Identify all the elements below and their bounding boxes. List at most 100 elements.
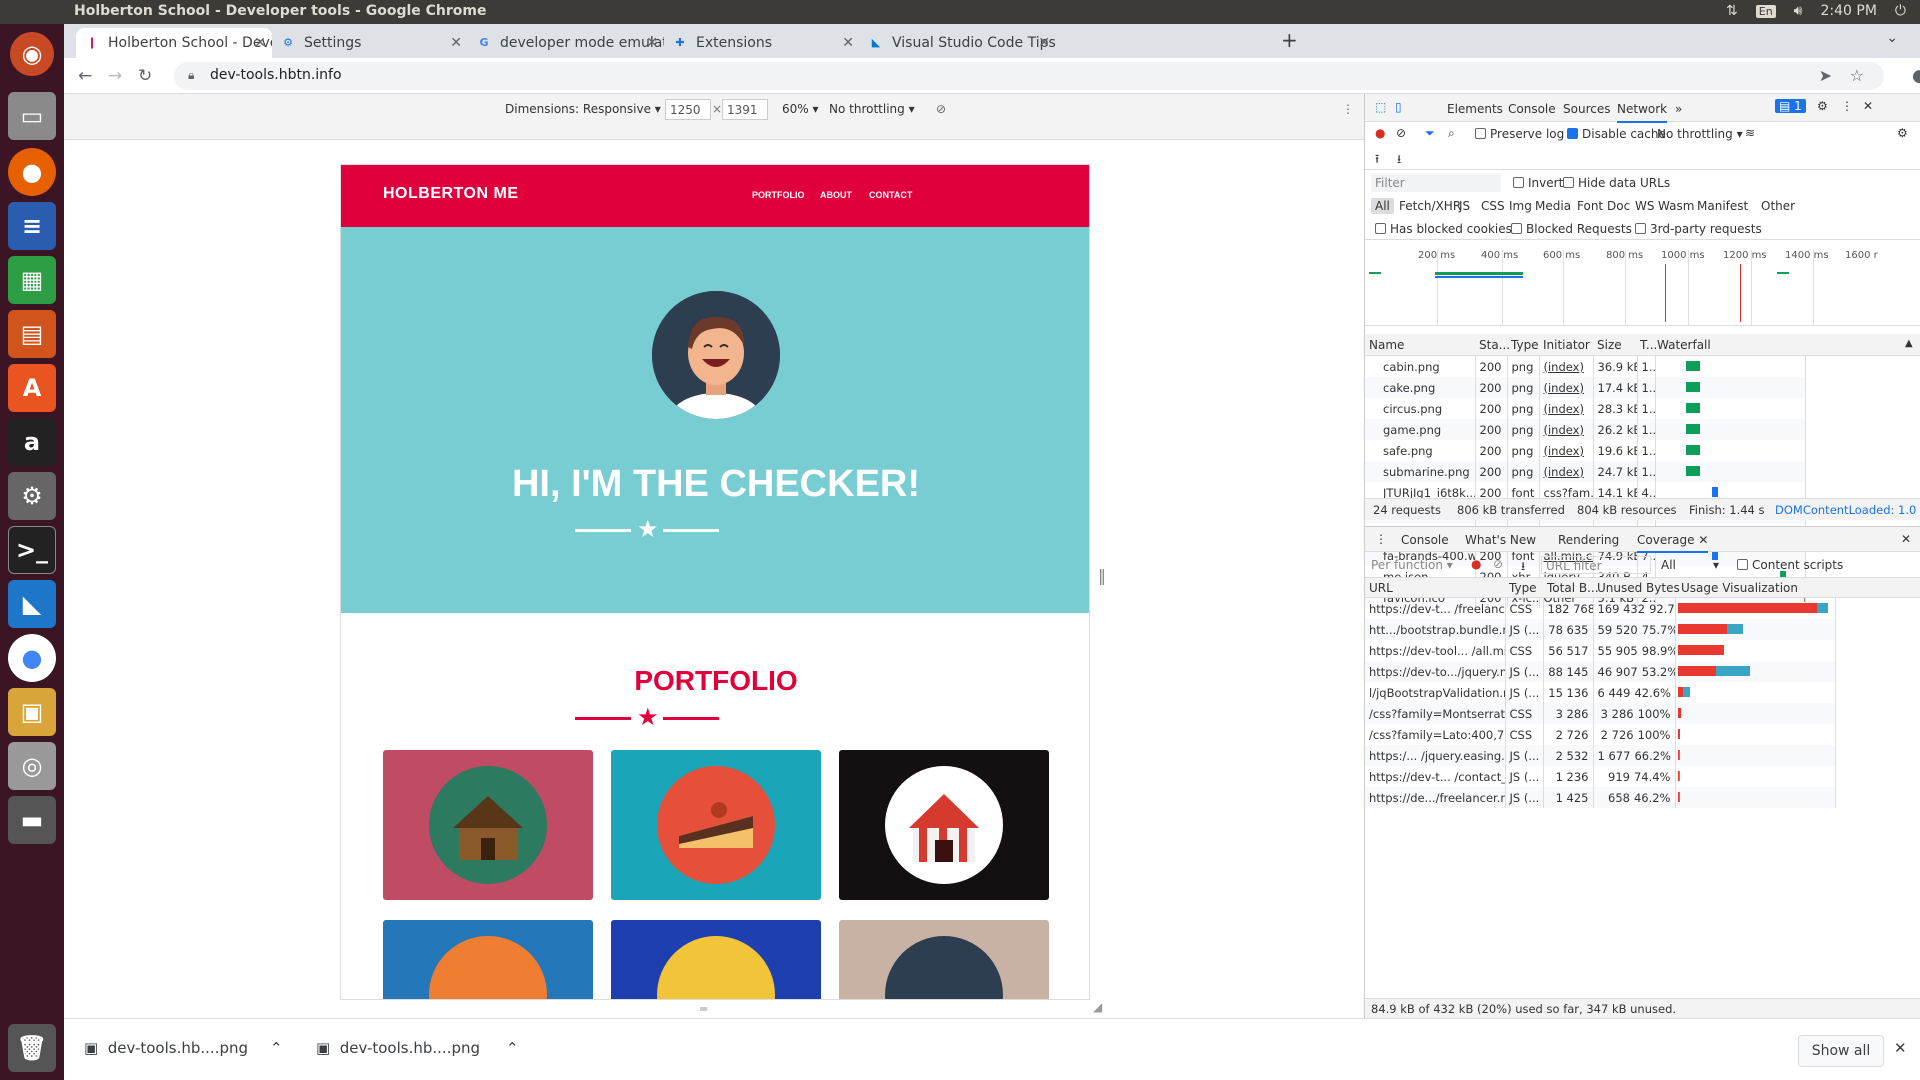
throttling-dropdown[interactable]: No throttling ▾ xyxy=(1657,127,1743,141)
type-fetch-xhr[interactable]: Fetch/XHR xyxy=(1399,199,1461,213)
tab-search-icon[interactable]: ⌄ xyxy=(1886,30,1898,46)
tab-settings[interactable]: ⚙ Settings ✕ xyxy=(272,28,468,58)
cell-initiator[interactable]: (index) xyxy=(1539,440,1594,461)
portfolio-item-submarine[interactable] xyxy=(839,920,1049,999)
cov-col-url[interactable]: URL xyxy=(1369,581,1393,595)
back-icon[interactable]: ← xyxy=(78,66,92,86)
coverage-row[interactable]: /css?family=Montserrat:400,7(CSS3 2863 2… xyxy=(1365,703,1836,724)
devtools-menu-icon[interactable]: ⋮ xyxy=(1841,99,1853,113)
type-manifest[interactable]: Manifest xyxy=(1697,199,1748,213)
image-viewer-icon[interactable]: ▣ xyxy=(8,688,56,736)
sort-arrow-icon[interactable]: ▲ xyxy=(1905,338,1913,349)
disable-cache-checkbox[interactable]: Disable cache xyxy=(1567,127,1666,141)
volume-icon[interactable]: 🔊︎ xyxy=(1794,3,1803,19)
tab-network[interactable]: Network xyxy=(1617,102,1668,123)
terminal-icon[interactable]: >_ xyxy=(8,526,56,574)
drawer-tab-whats-new[interactable]: What's New xyxy=(1465,533,1536,547)
request-row[interactable]: game.png200png(index)26.2 kB1... xyxy=(1365,419,1806,440)
tab-console[interactable]: Console xyxy=(1508,102,1556,116)
zoom-select[interactable]: 60% ▾ xyxy=(782,102,819,116)
tab-vscode-tips[interactable]: ◣ Visual Studio Code Tips ar ✕ xyxy=(860,28,1056,58)
cell-initiator[interactable]: (index) xyxy=(1539,398,1594,419)
coverage-row[interactable]: https://dev-t... /freelancer.cssCSS182 7… xyxy=(1365,598,1836,619)
cov-col-type[interactable]: Type xyxy=(1509,581,1537,595)
type-wasm[interactable]: Wasm xyxy=(1658,199,1694,213)
files-icon[interactable]: ▭ xyxy=(8,92,56,140)
clock[interactable]: 2:40 PM xyxy=(1821,3,1877,19)
network-overview[interactable]: 200 ms 400 ms 600 ms 800 ms 1000 ms 1200… xyxy=(1365,250,1920,326)
device-menu-icon[interactable]: ⋮ xyxy=(1342,102,1354,116)
content-scripts-checkbox[interactable]: Content scripts xyxy=(1737,558,1843,572)
coverage-type-select[interactable]: All xyxy=(1661,558,1721,572)
rotate-icon[interactable]: ⊘ xyxy=(936,102,946,116)
close-icon[interactable]: ✕ xyxy=(842,35,854,51)
lock-icon[interactable]: 🔒︎ xyxy=(188,68,194,83)
download-chevron-1-icon[interactable]: ⌃ xyxy=(270,1039,283,1057)
new-tab-icon[interactable]: + xyxy=(1281,28,1298,52)
resize-handle-icon[interactable]: ‖ xyxy=(1098,566,1106,585)
power-icon[interactable]: ⏻ xyxy=(1895,3,1906,19)
resize-bottom-icon[interactable]: ═ xyxy=(700,1002,707,1016)
type-font[interactable]: Font xyxy=(1577,199,1603,213)
search-icon[interactable]: ⌕ xyxy=(1448,126,1455,141)
coverage-row[interactable]: https://dev-tool... /all.min.cssCSS56 51… xyxy=(1365,640,1836,661)
export-har-icon[interactable]: ⭳ xyxy=(1397,150,1401,171)
close-devtools-icon[interactable]: ✕ xyxy=(1863,99,1873,113)
col-time[interactable]: T... xyxy=(1640,338,1657,352)
drawer-tab-rendering[interactable]: Rendering xyxy=(1558,533,1619,547)
bookmark-star-icon[interactable]: ☆ xyxy=(1850,66,1864,85)
coverage-row[interactable]: https://dev-to.../jquery.min.jsJS (...88… xyxy=(1365,661,1836,682)
portfolio-item-game[interactable] xyxy=(383,920,593,999)
url-filter-input[interactable]: URL filter xyxy=(1541,556,1651,574)
firefox-icon[interactable]: ● xyxy=(8,148,56,196)
show-all-button[interactable]: Show all xyxy=(1798,1035,1884,1067)
col-type[interactable]: Type xyxy=(1511,338,1539,352)
forward-icon[interactable]: → xyxy=(108,66,122,86)
type-css[interactable]: CSS xyxy=(1481,199,1505,213)
portfolio-item-circus[interactable] xyxy=(839,750,1049,900)
trash-icon[interactable]: 🗑︎ xyxy=(8,1024,56,1072)
ubuntu-dash-icon[interactable]: ◉ xyxy=(10,32,54,76)
request-row[interactable]: circus.png200png(index)28.3 kB1... xyxy=(1365,398,1806,419)
cell-initiator[interactable]: (index) xyxy=(1539,461,1594,482)
filter-icon[interactable]: ⏷ xyxy=(1425,126,1435,141)
site-brand[interactable]: HOLBERTON ME xyxy=(383,185,518,203)
col-status[interactable]: Sta... xyxy=(1479,338,1510,352)
col-size[interactable]: Size xyxy=(1597,338,1622,352)
tab-google-search[interactable]: G developer mode emulator ✕ xyxy=(468,28,664,58)
coverage-row[interactable]: https://de.../freelancer.min.jsJS (...1 … xyxy=(1365,787,1836,808)
record-icon[interactable]: ● xyxy=(1375,126,1385,140)
network-settings-icon[interactable]: ⚙ xyxy=(1897,126,1908,140)
cell-initiator[interactable]: (index) xyxy=(1539,377,1594,398)
software-center-icon[interactable]: A xyxy=(8,364,56,412)
request-row[interactable]: safe.png200png(index)19.6 kB1... xyxy=(1365,440,1806,461)
blocked-cookies-checkbox[interactable]: Has blocked cookies xyxy=(1375,222,1512,236)
tab-extensions[interactable]: ✚ Extensions ✕ xyxy=(664,28,860,58)
issues-badge[interactable]: ▤ 1 xyxy=(1775,99,1806,113)
request-row[interactable]: cabin.png200png(index)36.9 kB1... xyxy=(1365,356,1806,377)
cov-col-total[interactable]: Total B... xyxy=(1547,581,1599,595)
width-input[interactable]: 1250 xyxy=(665,99,711,120)
resize-corner-icon[interactable]: ◢ xyxy=(1093,1000,1102,1014)
device-toggle-icon[interactable]: ▯ xyxy=(1395,100,1402,114)
nav-portfolio[interactable]: PORTFOLIO xyxy=(752,190,805,200)
media-query-ruler[interactable] xyxy=(64,126,1364,140)
close-icon[interactable]: ✕ xyxy=(1038,35,1050,51)
coverage-export-icon[interactable]: ⭳ xyxy=(1521,557,1525,578)
close-drawer-icon[interactable]: ✕ xyxy=(1901,532,1911,546)
settings-gear-icon[interactable]: ⚙ xyxy=(1817,99,1828,113)
type-js[interactable]: JS xyxy=(1459,199,1470,213)
height-input[interactable]: 1391 xyxy=(722,99,768,120)
tab-holberton[interactable]: ❙ Holberton School - Develc ✕ xyxy=(76,28,272,58)
portfolio-item-cake[interactable] xyxy=(611,750,821,900)
third-party-checkbox[interactable]: 3rd-party requests xyxy=(1635,222,1762,236)
send-icon[interactable]: ➤ xyxy=(1819,66,1832,85)
vscode-icon[interactable]: ◣ xyxy=(8,580,56,628)
nav-about[interactable]: ABOUT xyxy=(820,190,852,200)
download-item-2[interactable]: ▣ dev-tools.hb....png xyxy=(316,1039,480,1057)
col-initiator[interactable]: Initiator xyxy=(1543,338,1590,352)
filter-input[interactable]: Filter xyxy=(1371,174,1501,192)
preserve-log-checkbox[interactable]: Preserve log xyxy=(1475,127,1564,141)
screenshot-icon[interactable]: ◎ xyxy=(8,742,56,790)
throttling-select[interactable]: No throttling ▾ xyxy=(829,102,915,116)
